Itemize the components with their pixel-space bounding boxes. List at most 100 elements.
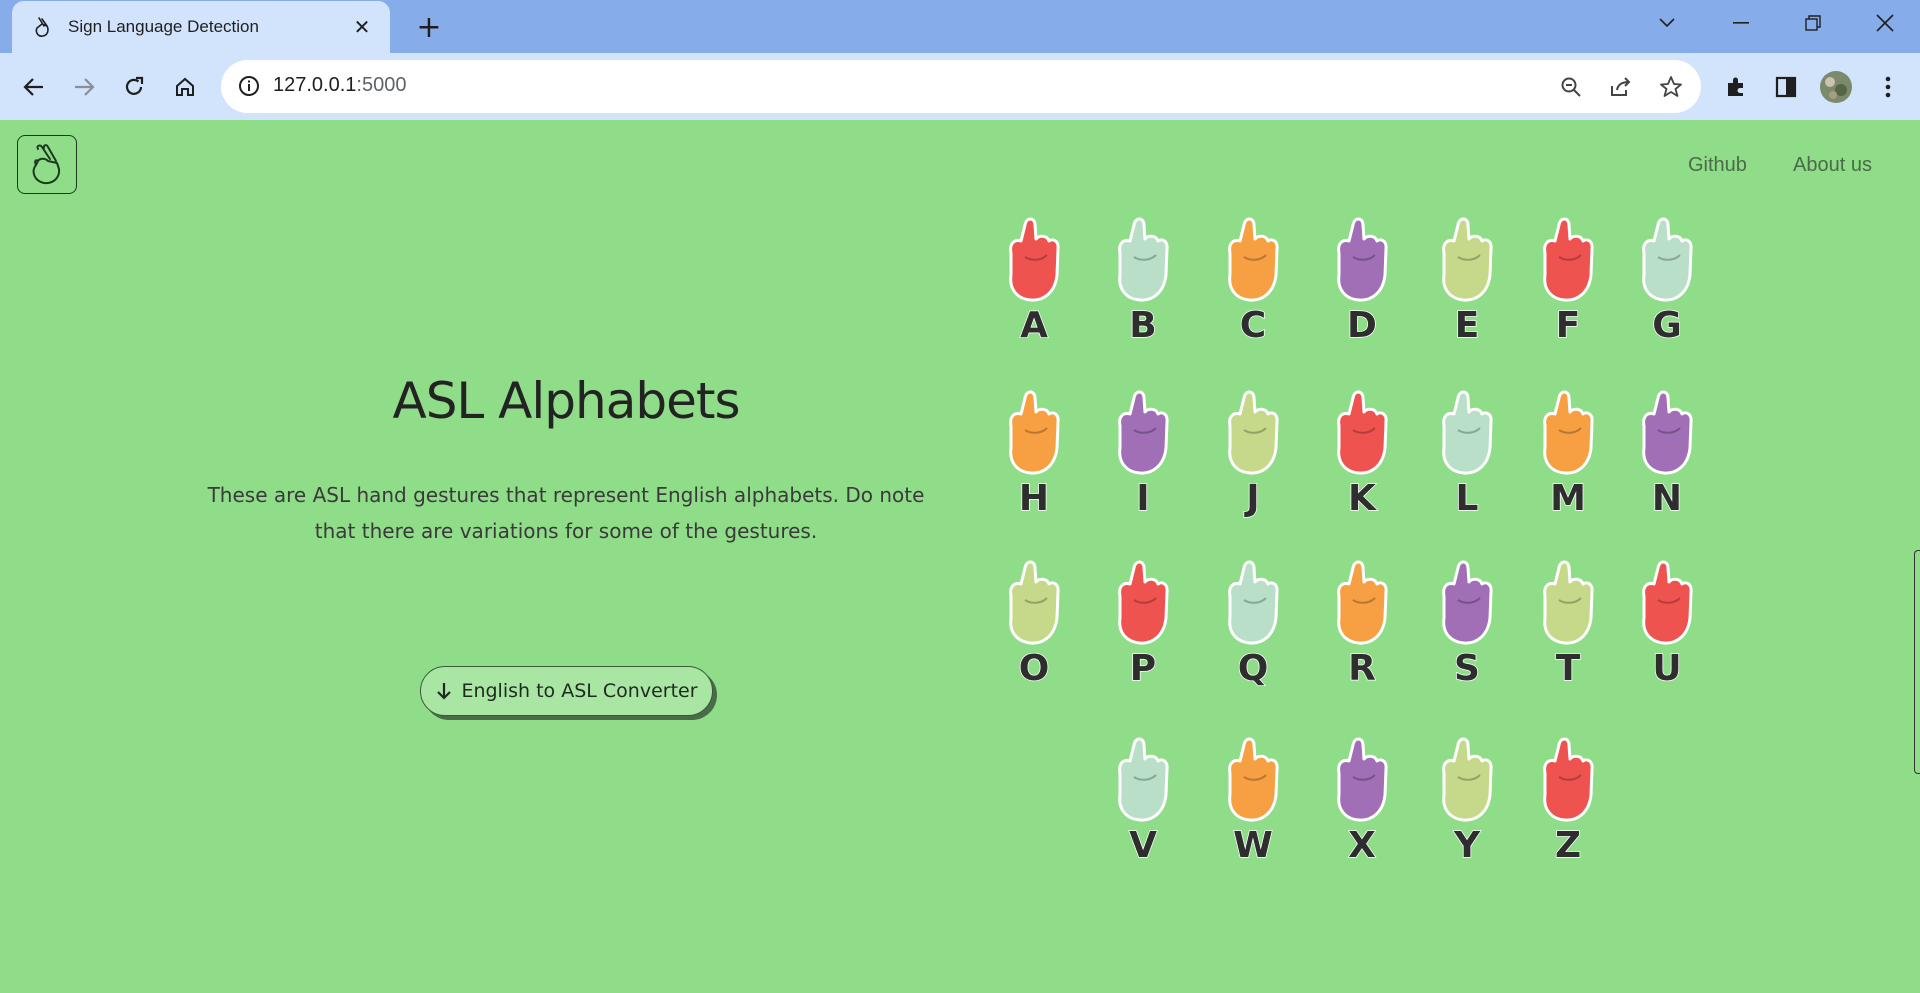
- asl-sign-u: U: [1617, 548, 1717, 690]
- letter-label: C: [1239, 304, 1267, 347]
- reload-icon[interactable]: [114, 67, 154, 107]
- page-title: ASL Alphabets: [392, 372, 740, 430]
- hand-sign-g-icon: [1642, 217, 1693, 302]
- letter-label: K: [1347, 477, 1376, 520]
- restore-icon[interactable]: [1778, 0, 1848, 46]
- asl-sign-k: K: [1312, 378, 1412, 520]
- close-tab-icon[interactable]: ✕: [348, 13, 376, 41]
- scrollbar[interactable]: [1912, 120, 1920, 993]
- hand-sign-v-icon: [1118, 737, 1169, 822]
- asl-sign-t: T: [1518, 548, 1618, 690]
- letter-label: H: [1018, 477, 1050, 520]
- back-icon[interactable]: [14, 67, 54, 107]
- extensions-icon[interactable]: [1716, 67, 1756, 107]
- hand-sign-x-icon: [1337, 737, 1388, 822]
- hand-sign-e-icon: [1442, 217, 1493, 302]
- asl-sign-v: V: [1093, 725, 1193, 867]
- zoom-out-icon[interactable]: [1557, 73, 1585, 101]
- letter-label: M: [1549, 477, 1586, 520]
- bookmark-star-icon[interactable]: [1657, 73, 1685, 101]
- site-info-icon[interactable]: [237, 74, 261, 98]
- forward-icon[interactable]: [64, 67, 104, 107]
- asl-sign-y: Y: [1417, 725, 1517, 867]
- close-window-icon[interactable]: [1850, 0, 1920, 46]
- side-panel-icon[interactable]: [1766, 67, 1806, 107]
- asl-sign-m: M: [1518, 378, 1618, 520]
- letter-label: N: [1651, 477, 1683, 520]
- letter-label: U: [1652, 647, 1683, 690]
- hand-sign-m-icon: [1543, 390, 1594, 475]
- converter-button-label: English to ASL Converter: [461, 680, 698, 702]
- letter-label: B: [1129, 304, 1158, 347]
- letter-label: W: [1232, 824, 1273, 867]
- asl-sign-r: R: [1312, 548, 1412, 690]
- letter-label: J: [1246, 477, 1261, 520]
- letter-label: V: [1128, 824, 1157, 867]
- letter-label: A: [1019, 304, 1048, 347]
- asl-sign-q: Q: [1203, 548, 1303, 690]
- asl-sign-f: F: [1518, 205, 1618, 347]
- hand-sign-z-icon: [1543, 737, 1594, 822]
- letter-label: G: [1651, 304, 1682, 347]
- page-content: Github About us ASL Alphabets These are …: [0, 120, 1920, 993]
- tab-title: Sign Language Detection: [68, 17, 259, 36]
- site-logo-icon[interactable]: [17, 135, 77, 194]
- letter-label: D: [1346, 304, 1377, 347]
- hand-sign-n-icon: [1642, 390, 1693, 475]
- asl-sign-g: G: [1617, 205, 1717, 347]
- letter-label: X: [1347, 824, 1376, 867]
- tab-search-icon[interactable]: [1632, 0, 1702, 46]
- hand-sign-y-icon: [1442, 737, 1493, 822]
- english-to-asl-converter-button[interactable]: English to ASL Converter: [420, 666, 713, 716]
- letter-label: P: [1129, 647, 1157, 690]
- hand-sign-f-icon: [1543, 217, 1594, 302]
- asl-sign-h: H: [984, 378, 1084, 520]
- tab-strip: Sign Language Detection ✕ +: [0, 0, 1920, 53]
- letter-label: E: [1454, 304, 1480, 347]
- asl-sign-n: N: [1617, 378, 1717, 520]
- hand-sign-d-icon: [1337, 217, 1388, 302]
- browser-tab[interactable]: Sign Language Detection ✕: [12, 1, 390, 53]
- github-link[interactable]: Github: [1688, 154, 1747, 177]
- hand-sign-i-icon: [1118, 390, 1169, 475]
- hand-sign-k-icon: [1337, 390, 1388, 475]
- new-tab-button[interactable]: +: [410, 8, 448, 46]
- hand-sign-r-icon: [1337, 560, 1388, 645]
- letter-label: O: [1018, 647, 1050, 690]
- minimize-icon[interactable]: [1706, 0, 1776, 46]
- page-description: These are ASL hand gestures that represe…: [207, 483, 925, 543]
- share-icon[interactable]: [1607, 73, 1635, 101]
- scrollbar-thumb[interactable]: [1914, 550, 1920, 774]
- asl-sign-a: A: [984, 205, 1084, 347]
- letter-label: Z: [1554, 824, 1582, 867]
- menu-kebab-icon[interactable]: [1868, 67, 1908, 107]
- hand-sign-w-icon: [1228, 737, 1279, 822]
- hand-sign-s-icon: [1442, 560, 1493, 645]
- home-icon[interactable]: [165, 67, 205, 107]
- asl-sign-b: B: [1093, 205, 1193, 347]
- letter-label: Y: [1453, 824, 1481, 867]
- hand-sign-c-icon: [1228, 217, 1279, 302]
- letter-label: Q: [1237, 647, 1269, 690]
- hand-sign-u-icon: [1642, 560, 1693, 645]
- profile-avatar[interactable]: [1816, 67, 1856, 107]
- hand-sign-b-icon: [1118, 217, 1169, 302]
- letter-label: I: [1136, 477, 1151, 520]
- hand-favicon-icon: [32, 16, 54, 38]
- hand-sign-l-icon: [1442, 390, 1493, 475]
- url-text[interactable]: 127.0.0.1:5000: [273, 74, 406, 97]
- hand-sign-p-icon: [1118, 560, 1169, 645]
- about-us-link[interactable]: About us: [1793, 154, 1872, 177]
- address-bar[interactable]: 127.0.0.1:5000: [221, 60, 1701, 113]
- asl-sign-x: X: [1312, 725, 1412, 867]
- letter-label: L: [1455, 477, 1479, 520]
- hand-sign-a-icon: [1009, 217, 1060, 302]
- arrow-down-icon: [437, 683, 452, 700]
- hand-sign-j-icon: [1228, 390, 1279, 475]
- hand-sign-t-icon: [1543, 560, 1594, 645]
- letter-label: R: [1347, 647, 1376, 690]
- asl-sign-o: O: [984, 548, 1084, 690]
- asl-sign-i: I: [1093, 378, 1193, 520]
- asl-sign-s: S: [1417, 548, 1517, 690]
- asl-sign-w: W: [1203, 725, 1303, 867]
